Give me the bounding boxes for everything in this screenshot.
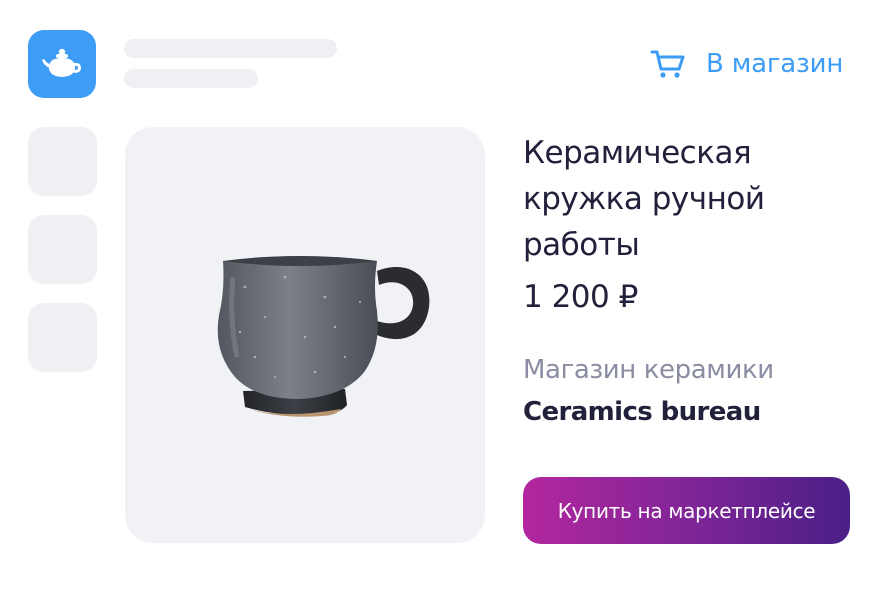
thumbnail-placeholder[interactable]: [28, 127, 97, 196]
teapot-icon: [42, 48, 81, 77]
cart-icon: [650, 50, 685, 78]
thumbnail-placeholder[interactable]: [28, 303, 97, 372]
product-price: 1 200 ₽: [523, 279, 638, 315]
seller-label: Магазин керамики: [523, 355, 774, 385]
product-title: Керамическая кружка ручной работы: [523, 135, 765, 263]
buy-on-marketplace-button[interactable]: Купить на маркетплейсе: [523, 477, 850, 544]
go-to-shop-link[interactable]: В магазин: [650, 44, 843, 84]
thumbnail-placeholder[interactable]: [28, 215, 97, 284]
subtitle-placeholder: [124, 69, 258, 88]
title-placeholder: [124, 39, 337, 58]
ceramic-mug-image: [217, 256, 430, 417]
seller-name[interactable]: Ceramics bureau: [523, 397, 761, 427]
app-logo[interactable]: [28, 30, 96, 98]
buy-button-label: Купить на маркетплейсе: [557, 498, 816, 523]
go-to-shop-label: В магазин: [706, 49, 844, 79]
product-photo: [125, 127, 485, 543]
